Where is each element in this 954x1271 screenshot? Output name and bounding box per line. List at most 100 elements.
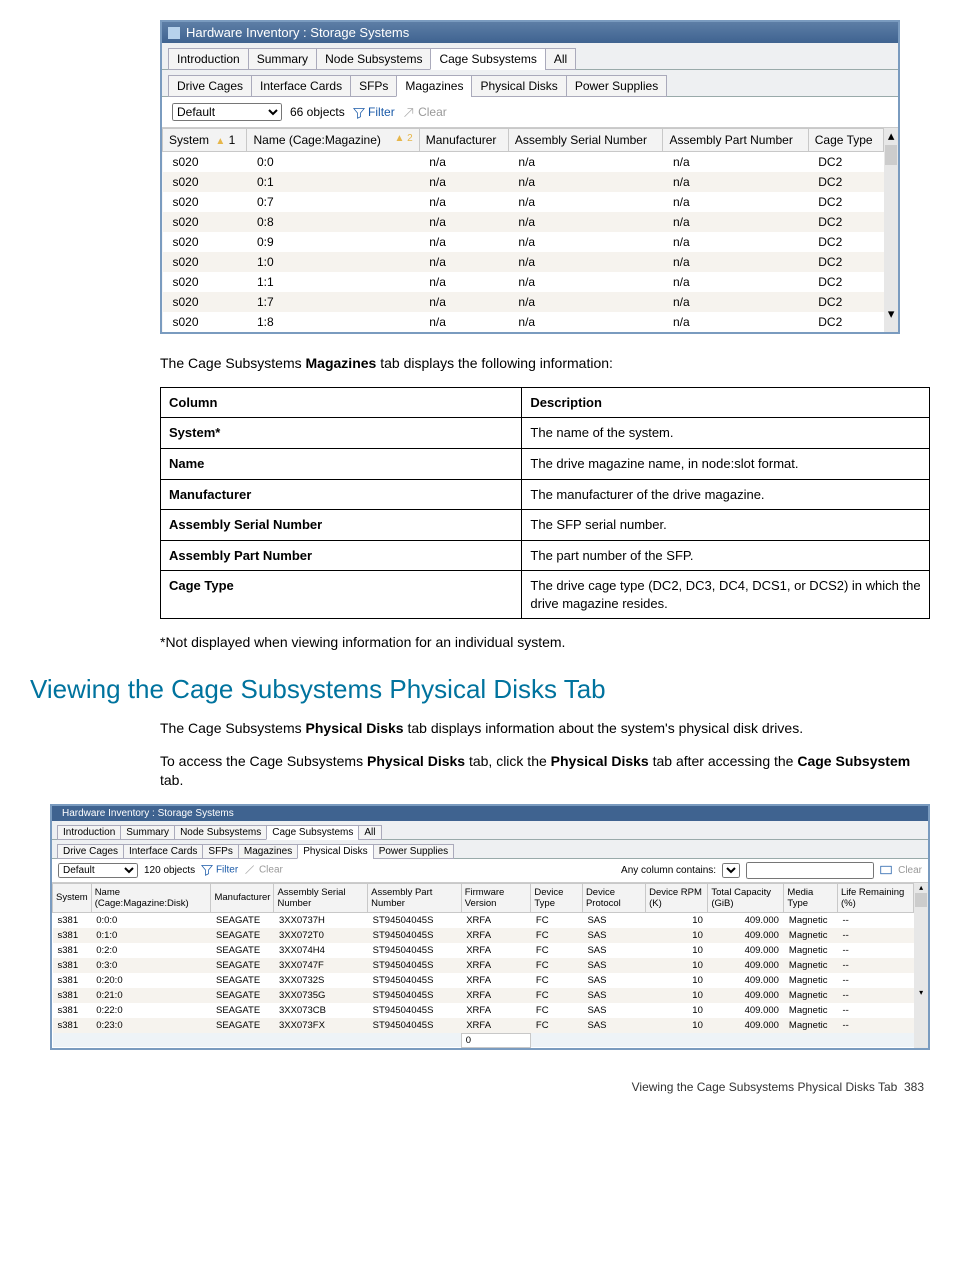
tab-node-subsystems[interactable]: Node Subsystems [174,825,267,840]
search-input[interactable] [746,862,874,879]
object-count: 120 objects [144,865,195,876]
filter-bar: Default 66 objects Filter Clear [162,97,898,128]
table-row[interactable]: s3810:21:0SEAGATE3XX0735GST94504045SXRFA… [53,988,914,1003]
tab-node-subsystems[interactable]: Node Subsystems [316,48,431,70]
filter-bar: Default 120 objects Filter Clear Any col… [52,859,928,883]
table-row[interactable]: s0201:1n/an/an/aDC2 [163,272,884,292]
col-device-rpm-k-[interactable]: Device RPM (K) [646,883,708,912]
clear-search-link[interactable]: Clear [898,865,922,876]
table-row[interactable]: s3810:2:0SEAGATE3XX074H4ST94504045SXRFAF… [53,943,914,958]
physical-disks-table: SystemName (Cage:Magazine:Disk)Manufactu… [52,883,914,1048]
tab-interface-cards[interactable]: Interface Cards [123,844,203,859]
tab-all[interactable]: All [545,48,576,70]
page-footer: Viewing the Cage Subsystems Physical Dis… [30,1080,924,1094]
col-system[interactable]: System [53,883,92,912]
document-body-2: The Cage Subsystems Physical Disks tab d… [160,719,930,790]
window-title: Hardware Inventory : Storage Systems [62,808,234,819]
table-row[interactable]: s0201:8n/an/an/aDC2 [163,312,884,332]
vertical-scrollbar[interactable]: ▴ ▾ [884,128,898,332]
search-label: Any column contains: [621,865,716,876]
description-table: Column Description System*The name of th… [160,387,930,619]
sort-asc-icon: ▲ 2 [391,133,412,144]
table-row[interactable]: s0200:1n/an/an/aDC2 [163,172,884,192]
desc-row: ManufacturerThe manufacturer of the driv… [161,479,930,510]
export-icon[interactable] [880,864,892,876]
magazines-table: System ▲ 1 Name (Cage:Magazine) ▲ 2 Manu… [162,128,884,332]
col-assembly-serial-number[interactable]: Assembly Serial Number [274,883,368,912]
table-row[interactable]: s3810:22:0SEAGATE3XX073CBST94504045SXRFA… [53,1003,914,1018]
table-header-row: System ▲ 1 Name (Cage:Magazine) ▲ 2 Manu… [163,129,884,152]
desc-header-column: Column [161,387,522,418]
desc-row: System*The name of the system. [161,418,930,449]
col-cage-type[interactable]: Cage Type [808,129,884,152]
col-life-remaining-[interactable]: Life Remaining (%) [837,883,913,912]
tab-introduction[interactable]: Introduction [57,825,121,840]
tab-cage-subsystems[interactable]: Cage Subsystems [266,825,359,840]
desc-row: NameThe drive magazine name, in node:slo… [161,448,930,479]
table-row[interactable]: s3810:0:0SEAGATE3XX0737HST94504045SXRFAF… [53,912,914,928]
table-row[interactable]: s0200:9n/an/an/aDC2 [163,232,884,252]
funnel-icon [353,107,365,119]
col-manufacturer[interactable]: Manufacturer [211,883,274,912]
col-total-capacity-gib-[interactable]: Total Capacity (GiB) [708,883,784,912]
tab-sfps[interactable]: SFPs [350,75,397,97]
table-row[interactable]: s0201:7n/an/an/aDC2 [163,292,884,312]
tab-physical-disks[interactable]: Physical Disks [297,844,373,859]
col-assembly-part-number[interactable]: Assembly Part Number [368,883,462,912]
search-mode-select[interactable] [722,863,740,878]
tab-all[interactable]: All [358,825,381,840]
tab-summary[interactable]: Summary [248,48,317,70]
table-row[interactable]: s0200:8n/an/an/aDC2 [163,212,884,232]
screenshot-magazines: Hardware Inventory : Storage Systems Int… [160,20,900,334]
footnote: *Not displayed when viewing information … [160,633,930,652]
tab-magazines[interactable]: Magazines [396,75,472,97]
table-row[interactable]: s0200:7n/an/an/aDC2 [163,192,884,212]
tab-introduction[interactable]: Introduction [168,48,249,70]
paragraph-2: To access the Cage Subsystems Physical D… [160,752,930,790]
tab-power-supplies[interactable]: Power Supplies [566,75,667,97]
col-device-protocol[interactable]: Device Protocol [582,883,645,912]
desc-row: Cage TypeThe drive cage type (DC2, DC3, … [161,571,930,619]
col-assembly-serial[interactable]: Assembly Serial Number [508,129,663,152]
filter-select[interactable]: Default [172,103,282,121]
status-cell: 0 [461,1033,531,1047]
col-assembly-part[interactable]: Assembly Part Number [663,129,808,152]
tabs-level-1: IntroductionSummaryNode SubsystemsCage S… [162,43,898,70]
table-row[interactable]: s0200:0n/an/an/aDC2 [163,152,884,173]
tab-physical-disks[interactable]: Physical Disks [471,75,566,97]
col-name-cage-magazine-disk-[interactable]: Name (Cage:Magazine:Disk) [91,883,211,912]
tab-interface-cards[interactable]: Interface Cards [251,75,351,97]
tab-power-supplies[interactable]: Power Supplies [373,844,454,859]
document-body: The Cage Subsystems Magazines tab displa… [160,354,930,652]
col-name[interactable]: Name (Cage:Magazine) ▲ 2 [247,129,419,152]
desc-row: Assembly Serial NumberThe SFP serial num… [161,510,930,541]
table-row[interactable]: s3810:3:0SEAGATE3XX0747FST94504045SXRFAF… [53,958,914,973]
clear-link[interactable]: Clear [244,864,283,876]
desc-header-description: Description [522,387,930,418]
page-number: 383 [904,1080,924,1094]
screenshot-physical-disks: Hardware Inventory : Storage Systems Int… [50,804,930,1050]
col-system[interactable]: System ▲ 1 [163,129,247,152]
col-firmware-version[interactable]: Firmware Version [461,883,531,912]
col-media-type[interactable]: Media Type [784,883,838,912]
table-row[interactable]: s3810:20:0SEAGATE3XX0732SST94504045SXRFA… [53,973,914,988]
tab-sfps[interactable]: SFPs [202,844,238,859]
filter-link[interactable]: Filter [201,864,238,876]
tab-cage-subsystems[interactable]: Cage Subsystems [430,48,545,70]
tab-drive-cages[interactable]: Drive Cages [57,844,124,859]
object-count: 66 objects [290,105,345,119]
table-row[interactable]: s3810:23:0SEAGATE3XX073FXST94504045SXRFA… [53,1018,914,1034]
clear-icon [403,107,415,119]
table-row[interactable]: s3810:1:0SEAGATE3XX072T0ST94504045SXRFAF… [53,928,914,943]
vertical-scrollbar[interactable]: ▴ ▾ [914,883,928,1048]
filter-select[interactable]: Default [58,863,138,878]
col-device-type[interactable]: Device Type [531,883,583,912]
tab-magazines[interactable]: Magazines [238,844,298,859]
table-row[interactable]: s0201:0n/an/an/aDC2 [163,252,884,272]
tab-drive-cages[interactable]: Drive Cages [168,75,252,97]
filter-link[interactable]: Filter [353,105,395,119]
clear-link[interactable]: Clear [403,105,447,119]
sort-asc-icon: ▲ [212,136,225,147]
col-manufacturer[interactable]: Manufacturer [419,129,508,152]
tab-summary[interactable]: Summary [120,825,175,840]
